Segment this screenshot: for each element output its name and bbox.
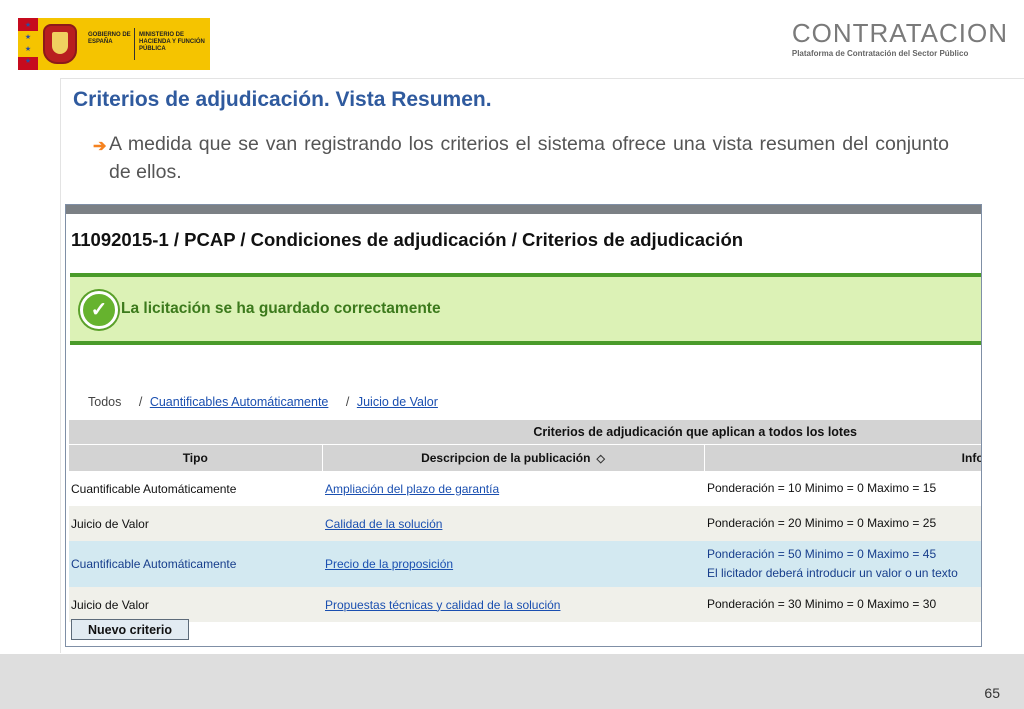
sort-icon[interactable]: ◇ bbox=[596, 452, 604, 465]
tab-cuantificables-automaticamente[interactable]: Cuantificables Automáticamente bbox=[150, 395, 329, 409]
table-header-row: Tipo Descripcion de la publicación ◇ Info… bbox=[69, 444, 981, 471]
cell-descripcion: Precio de la proposición bbox=[322, 541, 704, 587]
cell-info: Ponderación = 10 Minimo = 0 Maximo = 15 bbox=[704, 471, 981, 506]
eu-stars-icon: ★ ★ ★ ★ bbox=[24, 22, 32, 65]
slide-title: Criterios de adjudicación. Vista Resumen… bbox=[73, 88, 492, 111]
gov-logo-divider bbox=[134, 28, 135, 60]
gov-logo-line2: MINISTERIO DE HACIENDA Y FUNCIÓN PÚBLICA bbox=[139, 32, 205, 52]
table-group-header-row: Criterios de adjudicación que aplican a … bbox=[69, 420, 981, 445]
app-top-bar bbox=[66, 205, 981, 214]
cell-tipo: Juicio de Valor bbox=[69, 506, 322, 541]
coat-of-arms-icon bbox=[43, 24, 77, 64]
gov-logo-line1: GOBIERNO DE ESPAÑA bbox=[88, 32, 131, 45]
filter-tabs: Todos / Cuantificables Automáticamente /… bbox=[88, 395, 438, 409]
cell-info-line2: El licitador deberá introducir un valor … bbox=[707, 566, 958, 580]
table-row: Juicio de Valor Calidad de la solución P… bbox=[69, 506, 981, 541]
column-header-descripcion[interactable]: Descripcion de la publicación ◇ bbox=[321, 444, 704, 471]
slide-footer: 65 bbox=[0, 654, 1024, 709]
column-header-descripcion-label: Descripcion de la publicación bbox=[421, 451, 591, 465]
page-number: 65 bbox=[984, 685, 1000, 701]
column-header-tipo[interactable]: Tipo bbox=[69, 444, 322, 471]
government-logo: ★ ★ ★ ★ GOBIERNO DE ESPAÑA MINISTERIO DE HA… bbox=[18, 18, 210, 70]
criteria-table: Criterios de adjudicación que aplican a … bbox=[69, 420, 981, 622]
criterion-link[interactable]: Propuestas técnicas y calidad de la solu… bbox=[325, 598, 560, 612]
column-header-info[interactable]: Inform bbox=[703, 444, 981, 471]
criterion-link[interactable]: Ampliación del plazo de garantía bbox=[325, 482, 499, 496]
tab-juicio-de-valor[interactable]: Juicio de Valor bbox=[357, 395, 438, 409]
success-message: La licitación se ha guardado correctamen… bbox=[121, 300, 441, 317]
contratacion-logo: CONTRATACION Plataforma de Contratación … bbox=[792, 18, 1008, 58]
cell-tipo: Juicio de Valor bbox=[69, 587, 322, 622]
new-criterion-button[interactable]: Nuevo criterio bbox=[71, 619, 189, 640]
table-row: Juicio de Valor Propuestas técnicas y ca… bbox=[69, 587, 981, 622]
table-group-header: Criterios de adjudicación que aplican a … bbox=[69, 420, 981, 445]
cell-info: Ponderación = 50 Minimo = 0 Maximo = 45 … bbox=[704, 541, 981, 587]
cell-info: Ponderación = 20 Minimo = 0 Maximo = 25 bbox=[704, 506, 981, 541]
left-divider bbox=[60, 78, 61, 653]
criterion-link[interactable]: Calidad de la solución bbox=[325, 517, 442, 531]
cell-info-line1: Ponderación = 50 Minimo = 0 Maximo = 45 bbox=[707, 547, 937, 561]
check-circle-icon: ✓ bbox=[80, 291, 118, 329]
table-row: Cuantificable Automáticamente Ampliación… bbox=[69, 471, 981, 506]
arrow-right-icon: ➔ bbox=[93, 138, 107, 155]
cell-tipo: Cuantificable Automáticamente bbox=[69, 541, 322, 587]
tab-separator: / bbox=[345, 395, 350, 409]
success-banner: ✓ La licitación se ha guardado correctam… bbox=[70, 273, 981, 345]
cell-info: Ponderación = 30 Minimo = 0 Maximo = 30 bbox=[704, 587, 981, 622]
tab-separator: / bbox=[138, 395, 143, 409]
app-screenshot: 11092015-1 / PCAP / Condiciones de adjud… bbox=[65, 204, 982, 647]
cell-tipo: Cuantificable Automáticamente bbox=[69, 471, 322, 506]
breadcrumb: 11092015-1 / PCAP / Condiciones de adjud… bbox=[71, 229, 744, 250]
table-row-highlighted: Cuantificable Automáticamente Precio de … bbox=[69, 541, 981, 587]
cell-descripcion: Calidad de la solución bbox=[322, 506, 704, 541]
header-divider bbox=[60, 78, 1024, 79]
tab-todos[interactable]: Todos bbox=[88, 395, 121, 409]
criterion-link[interactable]: Precio de la proposición bbox=[325, 557, 453, 571]
cell-descripcion: Propuestas técnicas y calidad de la solu… bbox=[322, 587, 704, 622]
bullet-text: A medida que se van registrando los crit… bbox=[109, 133, 949, 183]
brand-name-text: CONTRATACION bbox=[791, 18, 1008, 48]
brand-name: CONTRATACION bbox=[792, 18, 1008, 48]
cell-descripcion: Ampliación del plazo de garantía bbox=[322, 471, 704, 506]
brand-subtitle: Plataforma de Contratación del Sector Pú… bbox=[791, 49, 969, 58]
